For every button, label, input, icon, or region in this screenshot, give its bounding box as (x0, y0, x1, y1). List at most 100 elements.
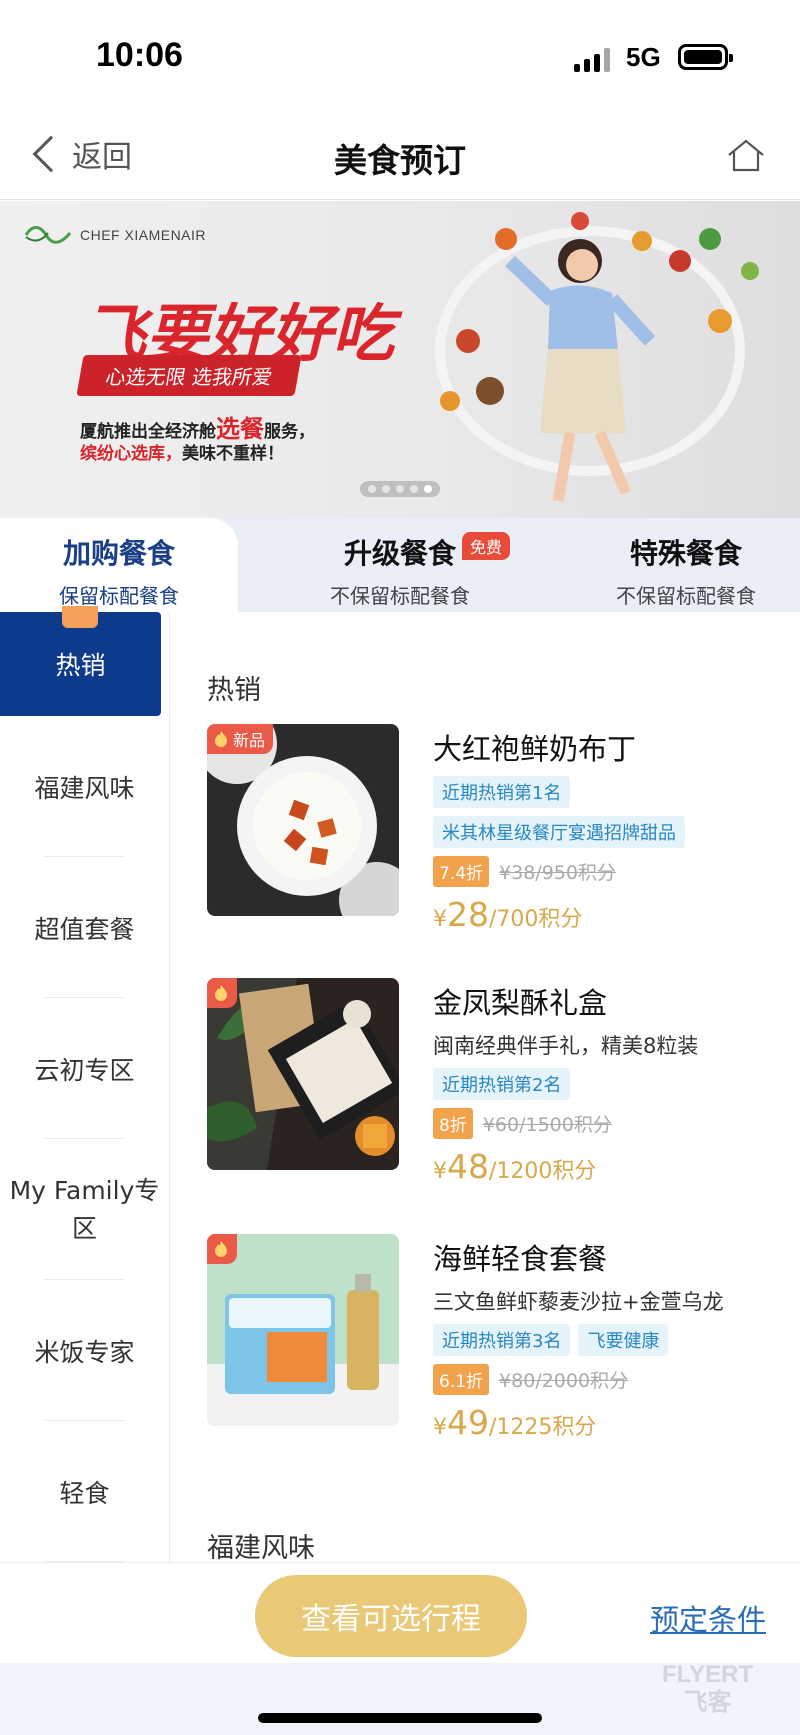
tab-subtitle: 不保留标配餐食 (330, 584, 470, 608)
banner-slogan: 心选无限 选我所爱 (76, 355, 302, 396)
tab-title: 加购餐食 (62, 537, 175, 570)
battery-icon (678, 44, 733, 70)
sidebar-item-label: 轻食 (59, 1478, 110, 1508)
product-list: 热销 新品 大红袍鲜奶布丁 近期热销第1名 米其林星级餐厅宴遇招牌甜品 7.4折 (170, 612, 800, 1562)
tab-subtitle: 不保留标配餐食 (616, 584, 756, 608)
tab-subtitle: 保留标配餐食 (59, 584, 179, 608)
status-time: 10:06 (96, 36, 183, 74)
view-itinerary-button[interactable]: 查看可选行程 (255, 1575, 527, 1657)
meal-category-tabs: 加购餐食 保留标配餐食 升级餐食 不保留标配餐食 免费 特殊餐食 不保留标配餐食 (0, 518, 800, 612)
product-image-pineapple-cake (207, 978, 399, 1170)
discount-row: 6.1折 ¥80/2000积分 (433, 1364, 793, 1395)
status-bar: 10:06 5G (0, 0, 800, 110)
currency-symbol: ¥ (433, 907, 447, 932)
hot-badge (207, 978, 237, 1008)
xiamenair-logo-icon (24, 226, 72, 244)
tab-title: 特殊餐食 (629, 537, 742, 570)
product-name: 海鲜轻食套餐 (433, 1242, 608, 1276)
sidebar-item-yunchu[interactable]: 云初专区 (0, 998, 169, 1139)
signal-icon (574, 46, 610, 72)
fire-icon (215, 1241, 227, 1257)
home-indicator[interactable] (258, 1713, 542, 1723)
bottom-action-bar: 查看可选行程 预定条件 FLYERT 飞客 (0, 1562, 800, 1735)
product-tags: 近期热销第3名 飞要健康 (433, 1324, 793, 1356)
sidebar-item-value-set[interactable]: 超值套餐 (0, 857, 169, 998)
price-value: 28 (447, 895, 489, 934)
banner-illustration (435, 212, 759, 502)
home-icon[interactable] (726, 138, 766, 172)
sidebar-item-label: 热销 (55, 651, 106, 680)
currency-symbol: ¥ (433, 1415, 447, 1440)
product-subtitle: 闽南经典伴手礼，精美8粒装 (433, 1034, 699, 1058)
booking-conditions-link[interactable]: 预定条件 (650, 1597, 766, 1639)
fire-icon (215, 731, 227, 747)
product-tag: 近期热销第2名 (433, 1068, 571, 1100)
category-sidebar: 热销 福建风味 超值套餐 云初专区 My Family专区 米饭专家 轻食 (0, 606, 170, 1562)
price-value: 49 (447, 1403, 489, 1442)
sidebar-item-label: 福建风味 (34, 773, 135, 803)
price-value: 48 (447, 1147, 489, 1186)
price-points: /1225积分 (489, 1415, 597, 1440)
product-tags: 近期热销第2名 (433, 1068, 793, 1100)
price-points: /1200积分 (489, 1159, 597, 1184)
product-image-seafood-set (207, 1234, 399, 1426)
sidebar-item-label: 云初专区 (34, 1055, 135, 1085)
banner-desc-text: 美味不重样！ (182, 444, 284, 464)
fire-icon (215, 985, 227, 1001)
watermark: FLYERT 飞客 (662, 1661, 753, 1717)
brand-logo: CHEF XIAMENAIR (24, 225, 206, 245)
discount-badge: 6.1折 (433, 1364, 490, 1395)
sale-price: ¥49/1225积分 (433, 1403, 793, 1442)
product-card[interactable]: 海鲜轻食套餐 三文鱼鲜虾藜麦沙拉+金萱乌龙 近期热销第3名 飞要健康 6.1折 … (207, 1234, 787, 1442)
section-title-fujian: 福建风味 (207, 1533, 315, 1562)
pagination-dot (410, 485, 418, 493)
price-points: /700积分 (489, 907, 583, 932)
discount-badge: 7.4折 (433, 856, 490, 887)
nav-bar: 返回 美食预订 (0, 110, 800, 200)
product-subtitle: 三文鱼鲜虾藜麦沙拉+金萱乌龙 (433, 1290, 724, 1314)
sidebar-item-fujian[interactable]: 福建风味 (0, 716, 169, 857)
original-price: ¥80/2000积分 (499, 1370, 629, 1392)
free-badge: 免费 (462, 532, 511, 560)
pagination-dot (368, 485, 376, 493)
product-card[interactable]: 金凤梨酥礼盒 闽南经典伴手礼，精美8粒装 近期热销第2名 8折 ¥60/1500… (207, 978, 787, 1186)
product-tag: 飞要健康 (578, 1324, 669, 1356)
sidebar-item-light-meal[interactable]: 轻食 (0, 1421, 169, 1562)
watermark-en: FLYERT (662, 1661, 754, 1688)
badge-label: 新品 (233, 731, 266, 750)
page-title: 美食预订 (334, 141, 466, 180)
new-badge: 新品 (207, 724, 274, 754)
product-name: 金凤梨酥礼盒 (433, 986, 608, 1020)
product-tags: 近期热销第1名 米其林星级餐厅宴遇招牌甜品 (433, 776, 793, 848)
pagination-dot (396, 485, 404, 493)
sidebar-item-label: 米饭专家 (34, 1337, 135, 1367)
tab-special-meal[interactable]: 特殊餐食 不保留标配餐食 (586, 518, 786, 612)
original-price: ¥60/1500积分 (482, 1114, 612, 1136)
hot-marker-icon (62, 606, 98, 628)
tab-add-on-meal[interactable]: 加购餐食 保留标配餐食 (0, 518, 238, 612)
sale-price: ¥48/1200积分 (433, 1147, 793, 1186)
sidebar-item-label: 超值套餐 (34, 914, 135, 944)
discount-badge: 8折 (433, 1108, 473, 1139)
product-tag: 米其林星级餐厅宴遇招牌甜品 (433, 816, 685, 848)
sidebar-item-my-family[interactable]: My Family专区 (0, 1139, 169, 1280)
brand-text: CHEF XIAMENAIR (80, 227, 207, 243)
product-info: 大红袍鲜奶布丁 近期热销第1名 米其林星级餐厅宴遇招牌甜品 7.4折 ¥38/9… (433, 724, 793, 934)
promo-banner[interactable]: CHEF XIAMENAIR 飞要好好吃 心选无限 选我所爱 厦航推出全经济舱选… (0, 201, 800, 519)
product-card[interactable]: 新品 大红袍鲜奶布丁 近期热销第1名 米其林星级餐厅宴遇招牌甜品 7.4折 ¥3… (207, 724, 787, 934)
discount-row: 8折 ¥60/1500积分 (433, 1108, 793, 1139)
product-name: 大红袍鲜奶布丁 (433, 732, 637, 766)
product-tag: 近期热销第1名 (433, 776, 571, 808)
banner-desc-highlight: 缤纷心选库， (80, 444, 182, 464)
network-type: 5G (626, 42, 661, 72)
sidebar-item-hot[interactable]: 热销 (0, 606, 161, 716)
product-info: 海鲜轻食套餐 三文鱼鲜虾藜麦沙拉+金萱乌龙 近期热销第3名 飞要健康 6.1折 … (433, 1234, 793, 1442)
product-tag: 近期热销第3名 (433, 1324, 571, 1356)
currency-symbol: ¥ (433, 1159, 447, 1184)
discount-row: 7.4折 ¥38/950积分 (433, 856, 793, 887)
product-info: 金凤梨酥礼盒 闽南经典伴手礼，精美8粒装 近期热销第2名 8折 ¥60/1500… (433, 978, 793, 1186)
sidebar-item-rice[interactable]: 米饭专家 (0, 1280, 169, 1421)
original-price: ¥38/950积分 (499, 862, 616, 884)
watermark-cn: 飞客 (683, 1689, 732, 1716)
banner-pagination (360, 481, 440, 497)
